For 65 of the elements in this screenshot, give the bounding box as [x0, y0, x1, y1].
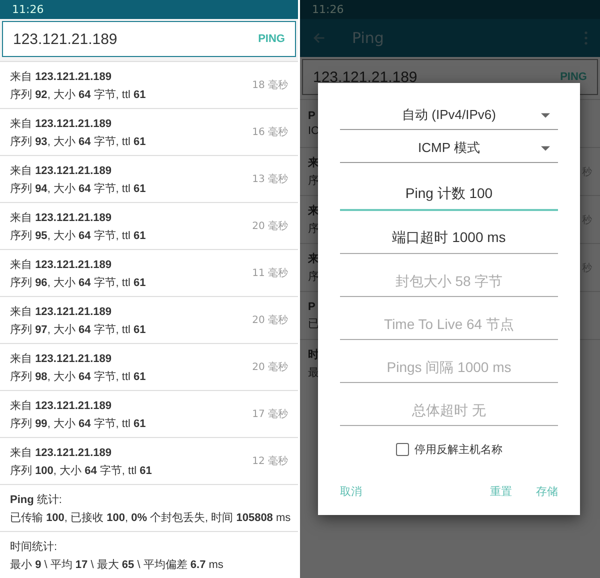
row-text-fragment: IC [308, 125, 319, 137]
reply-details: 序列 96, 大小 64 字节, ttl 61 [10, 276, 146, 290]
input-field[interactable]: Time To Live 64 节点 [340, 309, 558, 340]
stats-text: 已传输 100, 已接收 100, 0% 个封包丢失, 时间 105808 ms [10, 510, 291, 524]
dropdown[interactable]: 自动 (IPv4/IPv6) [340, 101, 558, 130]
input-field[interactable]: Ping 计数 100 [340, 179, 558, 211]
stats-text: 最小 9 \ 平均 17 \ 最大 65 \ 平均偏差 6.7 ms [10, 558, 224, 572]
reverse-lookup-checkbox[interactable]: 停用反解主机名称 [340, 442, 558, 457]
row-text-fragment: 时 [308, 348, 319, 362]
reply-time: 13 毫秒 [252, 172, 288, 186]
input-field[interactable]: 总体超时 无 [340, 395, 558, 426]
reply-time: 20 毫秒 [252, 220, 288, 233]
row-text-fragment: 序 [308, 174, 319, 188]
stats-title: Ping 统计: [10, 492, 63, 506]
input-field[interactable]: Pings 间隔 1000 ms [340, 352, 558, 383]
checkbox[interactable] [396, 443, 408, 456]
status-time: 11:26 [12, 3, 44, 16]
dropdown-value: 自动 (IPv4/IPv6) [402, 106, 496, 124]
input-field[interactable]: 封包大小 58 字节 [340, 266, 558, 297]
reply-source: 来自 123.121.21.189 [10, 70, 113, 84]
reply-time: 20 毫秒 [252, 360, 288, 374]
host-search-field[interactable]: 123.121.21.189 PING [2, 21, 296, 57]
reply-source: 来自 123.121.21.189 [10, 258, 113, 272]
row-text-fragment: 来 [308, 204, 319, 218]
row-text-fragment: P [308, 300, 316, 312]
reply-time: 17 毫秒 [252, 408, 288, 421]
reply-source: 来自 123.121.21.189 [10, 304, 113, 318]
dropdown-value: ICMP 模式 [418, 139, 480, 157]
back-arrow-icon[interactable] [312, 31, 326, 45]
reply-time: 20 毫秒 [252, 314, 288, 327]
reply-source: 来自 123.121.21.189 [10, 352, 113, 366]
reply-source: 来自 123.121.21.189 [10, 398, 113, 412]
row-text-fragment: P [308, 110, 316, 122]
input-field[interactable]: 端口超时 1000 ms [340, 223, 558, 254]
row-text-fragment: 已 [308, 316, 319, 330]
reply-source: 来自 123.121.21.189 [10, 164, 113, 178]
row-text-fragment: 序 [308, 270, 319, 284]
reply-details: 序列 99, 大小 64 字节, ttl 61 [10, 416, 146, 430]
reply-details: 序列 97, 大小 64 字节, ttl 61 [10, 322, 146, 336]
row-text-fragment: 序 [308, 222, 319, 236]
reply-details: 序列 92, 大小 64 字节, ttl 61 [10, 88, 146, 102]
row-text-fragment: 最 [308, 366, 319, 380]
status-time: 11:26 [312, 3, 344, 16]
reply-details: 序列 94, 大小 64 字节, ttl 61 [10, 182, 146, 196]
reply-time: 16 毫秒 [252, 126, 288, 139]
checkbox-label: 停用反解主机名称 [414, 442, 502, 457]
reply-details: 序列 98, 大小 64 字节, ttl 61 [10, 370, 146, 384]
reply-source: 来自 123.121.21.189 [10, 116, 113, 130]
toolbar-title: Ping [352, 29, 385, 47]
reply-source: 来自 123.121.21.189 [10, 210, 113, 224]
reply-details: 序列 95, 大小 64 字节, ttl 61 [10, 228, 146, 242]
host-input[interactable]: 123.121.21.189 [13, 30, 258, 48]
reply-time: 12 毫秒 [252, 454, 288, 468]
caret-icon [541, 112, 550, 118]
dropdown[interactable]: ICMP 模式 [340, 134, 558, 163]
reply-details: 序列 100, 大小 64 字节, ttl 61 [10, 464, 152, 478]
reply-time: 11 毫秒 [252, 266, 288, 280]
caret-icon [541, 146, 550, 150]
stats-title: 时间统计: [10, 540, 58, 554]
reply-time: 18 毫秒 [252, 78, 288, 92]
row-text-fragment: 来 [308, 252, 319, 266]
row-text-fragment: 来 [308, 156, 319, 170]
more-options-icon[interactable] [584, 31, 588, 45]
reply-details: 序列 93, 大小 64 字节, ttl 61 [10, 134, 146, 148]
reply-source: 来自 123.121.21.189 [10, 446, 113, 460]
